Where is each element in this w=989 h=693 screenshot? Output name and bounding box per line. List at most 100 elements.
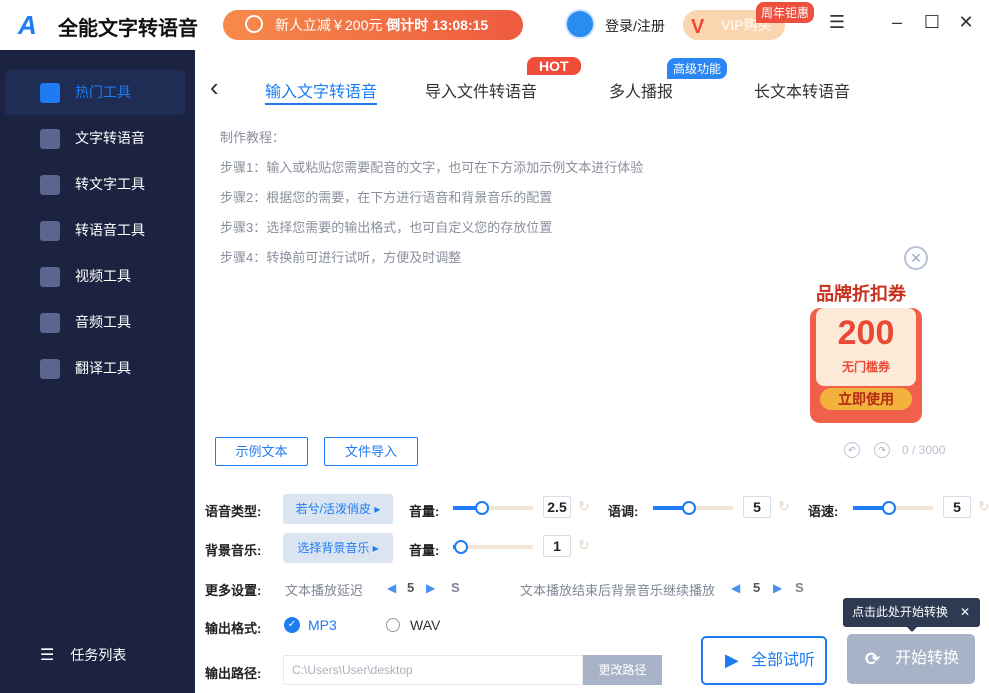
sidebar-item-label: 音频工具 bbox=[75, 314, 131, 330]
bgm-value: 选择背景音乐 bbox=[297, 541, 370, 555]
delay-unit: S bbox=[451, 580, 460, 595]
sidebar-item-text-to-speech[interactable]: 文字转语音 bbox=[5, 116, 185, 161]
sidebar-item-hot-tools[interactable]: 热门工具 bbox=[5, 70, 185, 115]
volume-slider[interactable] bbox=[453, 501, 533, 515]
sidebar-item-to-speech[interactable]: 转语音工具 bbox=[5, 208, 185, 253]
more-settings-label: 更多设置: bbox=[205, 583, 262, 598]
tooltip-text: 点击此处开始转换 bbox=[852, 605, 949, 619]
format-label: 输出格式: bbox=[205, 621, 262, 636]
avatar[interactable] bbox=[565, 9, 595, 39]
promo-text: 新人立减￥200元 bbox=[275, 17, 383, 33]
decrease-icon[interactable]: ◀ bbox=[387, 581, 396, 595]
start-tooltip: 点击此处开始转换 ✕ bbox=[843, 598, 980, 632]
sidebar-item-label: 文字转语音 bbox=[75, 130, 145, 146]
radio-wav[interactable] bbox=[386, 618, 400, 632]
play-icon: ▶ bbox=[725, 650, 739, 670]
preview-label: 全部试听 bbox=[751, 652, 816, 669]
app-name: 全能文字转语音 bbox=[58, 18, 198, 40]
sidebar-item-to-text[interactable]: 转文字工具 bbox=[5, 162, 185, 207]
voice-type-select[interactable]: 若兮/活泼俏皮 ▸ bbox=[283, 494, 393, 524]
task-list-button[interactable]: ☰ 任务列表 bbox=[40, 645, 126, 665]
start-label: 开始转换 bbox=[895, 650, 960, 667]
radio-mp3-checked-icon[interactable]: ✓ bbox=[284, 617, 300, 633]
preview-all-button[interactable]: ▶ 全部试听 bbox=[701, 636, 827, 685]
convert-icon: ⟳ bbox=[865, 649, 881, 669]
tutorial-step: 步骤4：转换前可进行试听，方便及时调整 bbox=[220, 250, 462, 265]
speed-value[interactable]: 5 bbox=[943, 496, 971, 518]
voice-value: 若兮/活泼俏皮 bbox=[295, 502, 371, 516]
maximize-button[interactable]: ☐ bbox=[922, 12, 942, 33]
promo-banner[interactable]: 新人立减￥200元 倒计时 13:08:15 bbox=[223, 10, 523, 40]
char-counter: 0 / 3000 bbox=[902, 443, 946, 457]
bgm-volume-slider[interactable] bbox=[453, 540, 533, 554]
close-button[interactable]: ✕ bbox=[956, 12, 976, 33]
sidebar-item-label: 翻译工具 bbox=[75, 360, 131, 376]
format-wav[interactable]: WAV bbox=[410, 617, 440, 633]
reset-icon[interactable]: ↻ bbox=[978, 498, 989, 515]
alarm-clock-icon bbox=[245, 15, 263, 33]
bgm-volume-label: 音量: bbox=[409, 543, 440, 558]
change-path-button[interactable]: 更改路径 bbox=[583, 655, 662, 685]
minimize-button[interactable]: – bbox=[887, 12, 907, 33]
countdown: 13:08:15 bbox=[432, 17, 489, 33]
continue-unit: S bbox=[795, 580, 804, 595]
tab-input-text[interactable]: 输入文字转语音 bbox=[265, 78, 377, 102]
tab-long-text[interactable]: 长文本转语音 bbox=[754, 78, 850, 102]
start-convert-button[interactable]: ⟳ 开始转换 bbox=[847, 634, 975, 684]
volume-label: 音量: bbox=[409, 504, 440, 519]
login-link[interactable]: 登录/注册 bbox=[605, 16, 665, 36]
reset-icon[interactable]: ↻ bbox=[578, 498, 590, 515]
sidebar-item-audio[interactable]: 音频工具 bbox=[5, 300, 185, 345]
grid-icon bbox=[40, 83, 60, 103]
tool-icon bbox=[40, 175, 60, 195]
back-button[interactable]: ‹ bbox=[210, 72, 219, 103]
tab-multi-speaker[interactable]: 多人播报 bbox=[609, 78, 673, 102]
sidebar-item-label: 视频工具 bbox=[75, 268, 131, 284]
bgm-label: 背景音乐: bbox=[205, 543, 262, 558]
tutorial-title: 制作教程： bbox=[220, 130, 286, 145]
coupon-title: 品牌折扣券 bbox=[816, 284, 906, 304]
increase-icon[interactable]: ▶ bbox=[426, 581, 435, 595]
active-tab-indicator bbox=[265, 103, 377, 105]
pitch-slider[interactable] bbox=[653, 501, 733, 515]
app-logo: A bbox=[18, 10, 37, 40]
delay-value[interactable]: 5 bbox=[407, 580, 414, 595]
coupon-amount: 200 bbox=[837, 314, 895, 352]
coupon-close-icon[interactable]: ✕ bbox=[904, 246, 928, 270]
continue-label: 文本播放结束后背景音乐继续播放 bbox=[520, 583, 716, 598]
path-label: 输出路径: bbox=[205, 666, 262, 681]
tab-import-file[interactable]: 导入文件转语音 bbox=[425, 78, 537, 102]
sample-text-button[interactable]: 示例文本 bbox=[215, 437, 308, 466]
redo-icon[interactable]: ↷ bbox=[874, 442, 890, 458]
sidebar-item-video[interactable]: 视频工具 bbox=[5, 254, 185, 299]
increase-icon[interactable]: ▶ bbox=[773, 581, 782, 595]
reset-icon[interactable]: ↻ bbox=[578, 537, 590, 554]
bgm-volume-value[interactable]: 1 bbox=[543, 535, 571, 557]
reset-icon[interactable]: ↻ bbox=[778, 498, 790, 515]
voice-type-label: 语音类型: bbox=[205, 504, 262, 519]
coupon-card[interactable]: 200 无门槛券 立即使用 bbox=[810, 308, 922, 423]
format-mp3[interactable]: MP3 bbox=[308, 617, 337, 633]
anniversary-badge: 周年钜惠 bbox=[756, 2, 815, 23]
tool-icon bbox=[40, 267, 60, 287]
vip-icon: V bbox=[691, 16, 705, 38]
countdown-label: 倒计时 bbox=[386, 17, 429, 33]
coupon-subtitle: 无门槛券 bbox=[841, 360, 890, 374]
coupon-use-button[interactable]: 立即使用 bbox=[820, 388, 912, 410]
sidebar-item-label: 转语音工具 bbox=[75, 222, 145, 238]
pitch-label: 语调: bbox=[608, 504, 639, 519]
sidebar-item-translate[interactable]: 翻译工具 bbox=[5, 346, 185, 391]
decrease-icon[interactable]: ◀ bbox=[731, 581, 740, 595]
volume-value[interactable]: 2.5 bbox=[543, 496, 571, 518]
tooltip-close-icon[interactable]: ✕ bbox=[960, 598, 970, 627]
bgm-select[interactable]: 选择背景音乐 ▸ bbox=[283, 533, 393, 563]
file-import-button[interactable]: 文件导入 bbox=[324, 437, 418, 466]
speed-slider[interactable] bbox=[853, 501, 933, 515]
hot-badge: HOT bbox=[527, 57, 581, 75]
pitch-value[interactable]: 5 bbox=[743, 496, 771, 518]
sidebar-item-label: 热门工具 bbox=[75, 84, 131, 100]
menu-icon[interactable]: ☰ bbox=[827, 12, 847, 33]
continue-value[interactable]: 5 bbox=[753, 580, 760, 595]
output-path-input[interactable]: C:\Users\User\desktop bbox=[283, 655, 583, 685]
undo-icon[interactable]: ↶ bbox=[844, 442, 860, 458]
